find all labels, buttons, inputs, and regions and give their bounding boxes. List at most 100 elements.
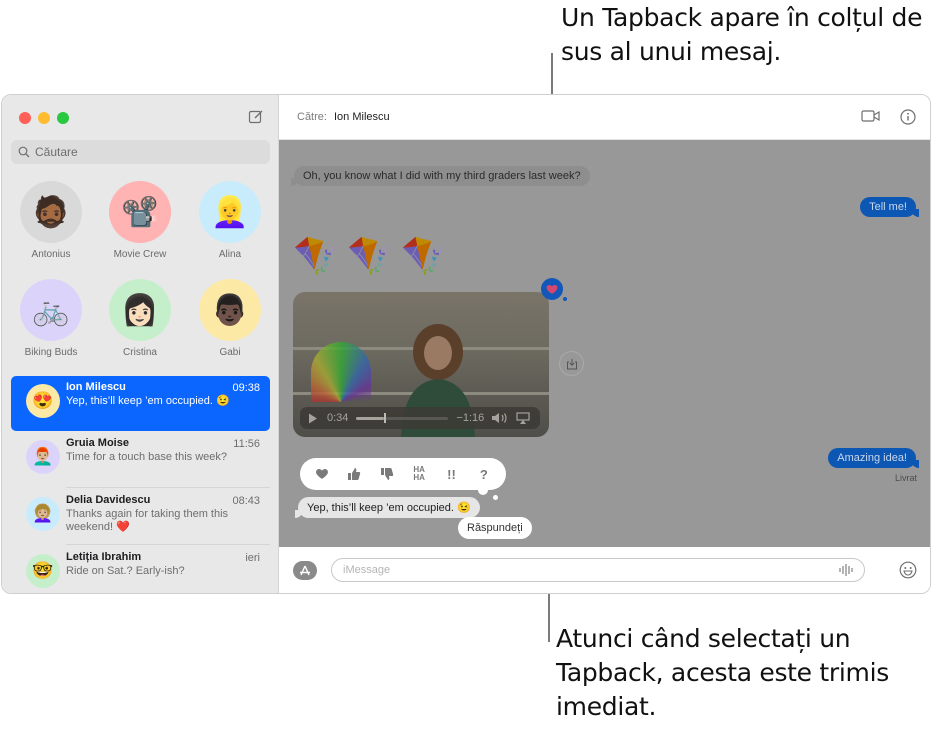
tapback-thumbs-down[interactable] xyxy=(374,461,400,487)
conversation-preview: Time for a touch base this week? xyxy=(66,451,228,463)
conversation-name: Ion Milescu xyxy=(66,381,126,393)
tapback-question[interactable]: ? xyxy=(471,461,497,487)
thumbs-down-icon xyxy=(380,468,393,480)
conversation-delia-davidescu[interactable]: 👩🏼‍🦱 Delia Davidescu 08:43 Thanks again … xyxy=(11,489,270,545)
haha-icon: HA HA xyxy=(413,465,425,482)
pinned-alina[interactable]: 👱‍♀️ Alina xyxy=(190,181,270,260)
conversation-name: Letiția Ibrahim xyxy=(66,551,142,563)
tapback-menu-tail xyxy=(478,485,488,495)
emoji-icon xyxy=(899,561,917,579)
tapback-menu-tail xyxy=(493,495,498,500)
divider xyxy=(66,544,270,545)
audio-message-icon[interactable] xyxy=(838,563,854,577)
film-projector-icon: 📽️ xyxy=(109,181,171,243)
callout-tapback-corner: Un Tapback apare în colțul de sus al unu… xyxy=(561,3,923,66)
memoji-icon: 👩🏻 xyxy=(109,279,171,341)
reply-button[interactable]: Răspundeți xyxy=(458,517,532,539)
video-controls: 0:34 −1:16 xyxy=(300,407,540,429)
airplay-icon[interactable] xyxy=(516,412,530,424)
conversation-time: 09:38 xyxy=(232,382,260,394)
app-store-button[interactable] xyxy=(293,561,317,580)
conversation-gruia-moise[interactable]: 👨🏼‍🦰 Gruia Moise 11:56 Time for a touch … xyxy=(11,432,270,488)
heart-icon xyxy=(316,469,329,479)
thumbs-up-icon xyxy=(348,468,361,480)
avatar: 😍 xyxy=(26,384,60,418)
conversation-preview: Ride on Sat.? Early-ish? xyxy=(66,565,185,577)
messages-window: Căutare 🧔🏾 Antonius 📽️ Movie Crew 👱‍♀️ A… xyxy=(1,94,931,594)
video-scrubber[interactable] xyxy=(356,412,449,423)
to-label: Către: xyxy=(297,111,327,123)
heart-icon xyxy=(546,284,558,294)
tapback-heart[interactable] xyxy=(309,461,335,487)
conversation-letitia-ibrahim[interactable]: 🤓 Letiția Ibrahim ieri Ride on Sat.? Ear… xyxy=(11,546,270,593)
selected-message-bubble[interactable]: Yep, this’ll keep ’em occupied. 😉 xyxy=(295,497,480,518)
volume-icon[interactable] xyxy=(491,412,509,424)
pinned-name: Antonius xyxy=(31,249,71,260)
pinned-name: Movie Crew xyxy=(113,249,167,260)
conversation-time: ieri xyxy=(245,552,260,564)
message-bubble-sent[interactable]: Tell me! xyxy=(860,197,919,217)
message-bubble-received[interactable]: Oh, you know what I did with my third gr… xyxy=(291,166,590,186)
conversation-name: Gruia Moise xyxy=(66,437,129,449)
details-button[interactable] xyxy=(900,109,916,130)
tapback-thumbs-up[interactable] xyxy=(341,461,367,487)
pinned-name: Cristina xyxy=(123,347,157,358)
pinned-antonius[interactable]: 🧔🏾 Antonius xyxy=(11,181,91,260)
video-progress-fill xyxy=(356,416,385,420)
message-bubble-sent[interactable]: Amazing idea! xyxy=(828,448,919,468)
pinned-biking-buds[interactable]: 🚲 Biking Buds xyxy=(11,279,91,358)
search-icon xyxy=(18,146,30,158)
avatar: 👩🏼‍🦱 xyxy=(26,497,60,531)
tapback-haha[interactable]: HA HA xyxy=(406,461,432,487)
zoom-button[interactable] xyxy=(57,112,69,124)
tapback-exclamation[interactable]: !! xyxy=(438,461,464,487)
memoji-icon: 👨🏿 xyxy=(199,279,261,341)
pinned-gabi[interactable]: 👨🏿 Gabi xyxy=(190,279,270,358)
kite-emoji[interactable]: 🪁 xyxy=(293,235,338,277)
sidebar: Căutare 🧔🏾 Antonius 📽️ Movie Crew 👱‍♀️ A… xyxy=(2,95,279,593)
video-camera-icon xyxy=(861,110,880,122)
search-field[interactable]: Căutare xyxy=(11,140,270,164)
close-button[interactable] xyxy=(19,112,31,124)
pinned-cristina[interactable]: 👩🏻 Cristina xyxy=(100,279,180,358)
question-mark-icon: ? xyxy=(479,466,488,482)
pinned-name: Gabi xyxy=(219,347,241,358)
message-input[interactable]: iMessage xyxy=(331,558,865,582)
conversation-time: 11:56 xyxy=(233,438,260,450)
tapback-menu: HA HA !! ? xyxy=(300,458,506,500)
video-remaining-time: −1:16 xyxy=(456,412,485,424)
conversation-ion-milescu[interactable]: 😍 Ion Milescu 09:38 Yep, this’ll keep ’e… xyxy=(11,376,270,431)
double-exclamation-icon: !! xyxy=(447,466,456,482)
compose-button[interactable] xyxy=(248,109,264,125)
kite-emoji[interactable]: 🪁 xyxy=(401,235,446,277)
memoji-icon: 🧔🏾 xyxy=(20,181,82,243)
conversation-preview: Thanks again for taking them this weeken… xyxy=(66,508,229,533)
play-icon[interactable] xyxy=(308,413,318,424)
message-transcript: Oh, you know what I did with my third gr… xyxy=(279,140,930,547)
info-icon xyxy=(900,109,916,125)
app-store-icon xyxy=(300,565,310,575)
save-media-button[interactable] xyxy=(559,351,584,376)
minimize-button[interactable] xyxy=(38,112,50,124)
facetime-video-button[interactable] xyxy=(861,109,881,128)
video-scrubber-knob[interactable] xyxy=(384,412,387,423)
callout-tapback-send: Atunci când selectați un Tapback, acesta… xyxy=(556,624,889,721)
avatar: 👨🏼‍🦰 xyxy=(26,440,60,474)
kite-emoji[interactable]: 🪁 xyxy=(347,235,392,277)
video-elapsed-time: 0:34 xyxy=(327,412,349,424)
tapback-badge[interactable] xyxy=(541,278,567,301)
download-icon xyxy=(566,358,577,369)
search-placeholder: Căutare xyxy=(35,145,78,159)
conversation-pane: Către: Ion Milescu Oh, you know what I d… xyxy=(279,95,930,593)
video-frame xyxy=(311,342,371,402)
divider xyxy=(66,487,270,488)
pinned-name: Biking Buds xyxy=(24,347,78,358)
video-message[interactable]: 0:34 −1:16 xyxy=(293,292,549,437)
conversation-preview: Yep, this’ll keep ’em occupied. 😉 xyxy=(66,395,230,407)
pinned-movie-crew[interactable]: 📽️ Movie Crew xyxy=(100,181,180,260)
conversation-time: 08:43 xyxy=(232,495,260,507)
delivery-status: Livrat xyxy=(894,473,917,483)
recipient-name[interactable]: Ion Milescu xyxy=(334,111,390,123)
emoji-button[interactable] xyxy=(899,561,917,584)
window-controls xyxy=(19,112,69,124)
